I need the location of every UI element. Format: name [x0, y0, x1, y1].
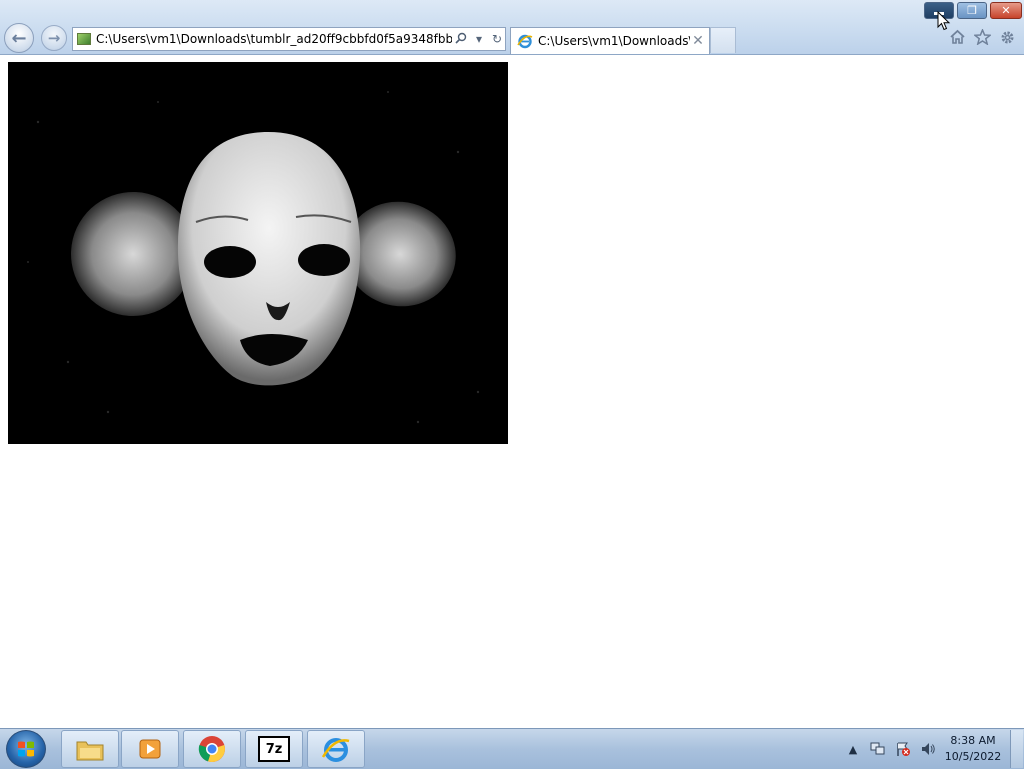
image-file-icon	[77, 33, 91, 45]
new-tab-button[interactable]	[710, 27, 736, 53]
gear-icon[interactable]	[998, 27, 1017, 47]
close-icon: ✕	[1001, 4, 1011, 17]
taskbar-7zip[interactable]: 7z	[245, 730, 303, 768]
7zip-icon: 7z	[258, 736, 290, 762]
action-center-flag-icon[interactable]	[893, 740, 913, 758]
arrow-left-icon: ←	[11, 27, 27, 49]
volume-icon[interactable]	[918, 740, 938, 758]
doll-mask-photo	[8, 62, 508, 444]
tab-title: C:\Users\vm1\Downloads\...	[538, 34, 690, 48]
show-desktop-button[interactable]	[1010, 730, 1023, 768]
clock-time: 8:38 AM	[950, 734, 996, 747]
favorites-star-icon[interactable]	[973, 27, 992, 47]
ie-icon	[517, 34, 533, 49]
restore-button[interactable]: ❐	[957, 2, 987, 19]
media-player-icon	[139, 739, 161, 759]
mouse-cursor-icon	[937, 11, 951, 31]
page-content	[0, 55, 1024, 728]
taskbar: 7z ▲ 8:38 AM 10/5/2022	[0, 728, 1024, 769]
back-button[interactable]: ←	[4, 23, 34, 53]
close-window-button[interactable]: ✕	[990, 2, 1022, 19]
windows-logo-icon	[18, 741, 34, 757]
7zip-label: 7z	[265, 741, 283, 757]
arrow-right-icon: →	[47, 29, 61, 47]
taskbar-file-explorer[interactable]	[61, 730, 119, 768]
address-bar[interactable]: C:\Users\vm1\Downloads\tumblr_ad20ff9cbb…	[72, 27, 506, 51]
taskbar-internet-explorer[interactable]	[307, 730, 365, 768]
refresh-icon[interactable]: ↻	[488, 32, 506, 46]
folder-icon	[76, 741, 104, 761]
address-url[interactable]: C:\Users\vm1\Downloads\tumblr_ad20ff9cbb…	[96, 32, 452, 46]
taskbar-chrome[interactable]	[183, 730, 241, 768]
restore-icon: ❐	[967, 4, 977, 17]
command-icons	[948, 27, 1017, 47]
start-button[interactable]	[6, 730, 46, 768]
network-icon[interactable]	[868, 740, 888, 758]
ie-icon	[321, 738, 350, 762]
dropdown-icon[interactable]: ▾	[470, 32, 488, 46]
forward-button[interactable]: →	[41, 25, 67, 51]
search-icon[interactable]	[452, 32, 470, 47]
show-hidden-icons-icon[interactable]: ▲	[843, 740, 863, 758]
chrome-icon	[198, 736, 225, 763]
close-tab-icon[interactable]: ✕	[690, 33, 706, 49]
browser-toolbar: ← → C:\Users\vm1\Downloads\tumblr_ad20ff…	[0, 0, 1024, 55]
clock[interactable]: 8:38 AM 10/5/2022	[938, 733, 1008, 765]
clock-date: 10/5/2022	[944, 750, 1002, 763]
tab-active[interactable]: C:\Users\vm1\Downloads\... ✕	[510, 27, 710, 54]
taskbar-media-player[interactable]	[121, 730, 179, 768]
